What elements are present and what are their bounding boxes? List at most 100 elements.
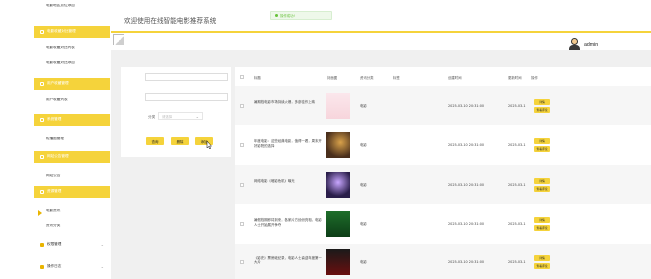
tag-input[interactable]: [145, 93, 228, 101]
row-updated-time: 2025-03-1: [508, 103, 526, 108]
menu-icon: [40, 190, 44, 194]
delete-button[interactable]: 删除: [171, 137, 189, 145]
column-header: 更新时间: [508, 76, 522, 80]
sidebar-item-label: 用户收藏管理: [47, 81, 69, 86]
sidebar-item[interactable]: 用户收藏管理: [34, 78, 110, 90]
row-checkbox[interactable]: [240, 222, 244, 226]
detail-button[interactable]: 详情: [534, 217, 550, 223]
menu-icon: [40, 243, 44, 247]
row-updated-time: 2025-03-1: [508, 182, 526, 187]
sidebar-item-label: 资源管理: [47, 189, 62, 194]
sidebar-item[interactable]: 轮播图管理: [34, 137, 110, 145]
row-category: 电影: [360, 259, 367, 264]
cover-image: [326, 171, 350, 198]
row-title: 暑假档期即将到来，各家片方纷纷亮相，电影人士开始展开争夺: [254, 218, 322, 227]
row-checkbox[interactable]: [240, 143, 244, 147]
detail-button[interactable]: 详情: [534, 98, 550, 105]
row-category: 电影: [360, 182, 367, 187]
view-comments-button[interactable]: 查看评论: [534, 146, 550, 152]
sidebar-item-label: 网站公告管理: [47, 154, 69, 159]
menu-arrow-icon: [38, 210, 42, 216]
chevron-down-icon: ⌄: [100, 264, 104, 269]
header-divider: [111, 31, 651, 33]
sidebar-item-label: 电影资讯: [46, 209, 61, 212]
table-row[interactable]: [235, 86, 651, 125]
row-checkbox[interactable]: [240, 182, 244, 187]
menu-icon: [40, 30, 44, 34]
row-title: 暑期档电影市场持续火爆，多部佳作上映: [254, 99, 316, 104]
row-created-time: 2025-03-10 20:31:00: [448, 259, 485, 264]
cover-image: [326, 132, 350, 158]
row-created-time: 2025-03-10 20:31:00: [448, 222, 485, 226]
sidebar-item-label: 网站公告: [46, 174, 61, 177]
column-header: 资讯分类: [360, 76, 374, 80]
view-comments-button[interactable]: 查看评论: [534, 106, 550, 113]
sidebar-item-label: 电影地区点位添加: [46, 4, 75, 7]
sidebar-item-label: 资讯分类: [46, 224, 61, 227]
chevron-down-icon: ⌄: [100, 242, 104, 247]
menu-icon: [40, 155, 44, 159]
sidebar-item-label: 用户收藏列表: [46, 98, 68, 101]
sidebar-item[interactable]: 电影资讯: [34, 209, 110, 217]
row-updated-time: 2025-03-1: [508, 259, 526, 264]
select-all-checkbox[interactable]: [240, 75, 244, 79]
sidebar-item-label: 电影收藏对比管理: [47, 29, 76, 34]
success-toast: 操作成功!: [270, 11, 332, 20]
cursor-icon: [206, 141, 212, 149]
row-category: 电影: [360, 103, 367, 108]
column-header: 创建时间: [448, 76, 462, 80]
detail-button[interactable]: 详情: [534, 177, 550, 184]
query-button[interactable]: 查询: [146, 137, 164, 145]
sidebar-item[interactable]: 系统管理: [34, 114, 110, 126]
row-title: 年度电影：这些经典电影，值得一看，周末开好影院的选择: [254, 139, 322, 148]
sidebar-item[interactable]: 电影收藏对比管理: [34, 26, 110, 38]
column-header: 封面图: [327, 76, 338, 80]
row-category: 电影: [360, 143, 367, 147]
row-checkbox[interactable]: [240, 103, 244, 108]
success-icon: [275, 14, 278, 17]
sidebar-item[interactable]: 资讯分类: [34, 224, 110, 232]
dropdown-chevron-icon: ⌄: [195, 114, 199, 119]
menu-icon: [40, 82, 44, 86]
detail-button[interactable]: 详情: [534, 138, 550, 144]
sidebar-item-label: 轮播图管理: [46, 137, 64, 140]
sidebar-item[interactable]: 操作日志 ⌄: [34, 262, 110, 272]
column-header: 操作: [531, 76, 538, 80]
row-created-time: 2025-03-10 20:31:00: [448, 103, 485, 108]
sidebar-item[interactable]: 用户收藏列表: [34, 98, 110, 106]
fold-icon[interactable]: [113, 34, 124, 45]
sidebar-item-label: 电影收藏对比添加: [46, 61, 75, 64]
type-label: 分类: [148, 115, 156, 119]
sidebar-item[interactable]: 电影收藏对比添加: [34, 61, 110, 69]
menu-icon: [40, 118, 44, 122]
row-checkbox[interactable]: [240, 259, 244, 264]
sidebar-item-label: 系统管理: [47, 117, 62, 122]
row-created-time: 2025-03-10 20:31:00: [448, 143, 485, 147]
table-row[interactable]: [235, 165, 651, 204]
row-updated-time: 2025-03-1: [508, 143, 526, 147]
cover-image: [326, 248, 350, 275]
sidebar-item-label: 权限管理: [47, 242, 62, 247]
menu-icon: [40, 265, 44, 269]
title-input[interactable]: [145, 73, 228, 81]
sidebar-item[interactable]: 电影地区点位添加: [34, 4, 110, 12]
sidebar-item[interactable]: 权限管理 ⌄: [34, 240, 110, 250]
view-comments-button[interactable]: 查看评论: [534, 185, 550, 192]
sidebar-item[interactable]: 电影收藏对比列表: [34, 46, 110, 54]
row-updated-time: 2025-03-1: [508, 222, 526, 226]
sidebar-item[interactable]: 资源管理: [34, 186, 110, 198]
view-comments-button[interactable]: 查看评论: [534, 225, 550, 231]
view-comments-button[interactable]: 查看评论: [534, 262, 550, 269]
detail-button[interactable]: 详情: [534, 254, 550, 261]
row-title: 《影史》票房破纪录，电影人士喜迎年度第一大片: [254, 255, 322, 265]
row-created-time: 2025-03-10 20:31:00: [448, 182, 485, 187]
sidebar-item[interactable]: 网站公告管理: [34, 151, 110, 163]
type-select[interactable]: 请选择 ⌄: [158, 112, 203, 120]
toast-text: 操作成功!: [280, 14, 295, 18]
row-category: 电影: [360, 222, 367, 226]
sidebar-item[interactable]: 网站公告: [34, 174, 110, 182]
column-header: 标签: [393, 76, 400, 80]
cover-image: [326, 211, 350, 237]
sidebar-item-label: 操作日志: [47, 264, 62, 269]
cover-image: [326, 92, 350, 119]
